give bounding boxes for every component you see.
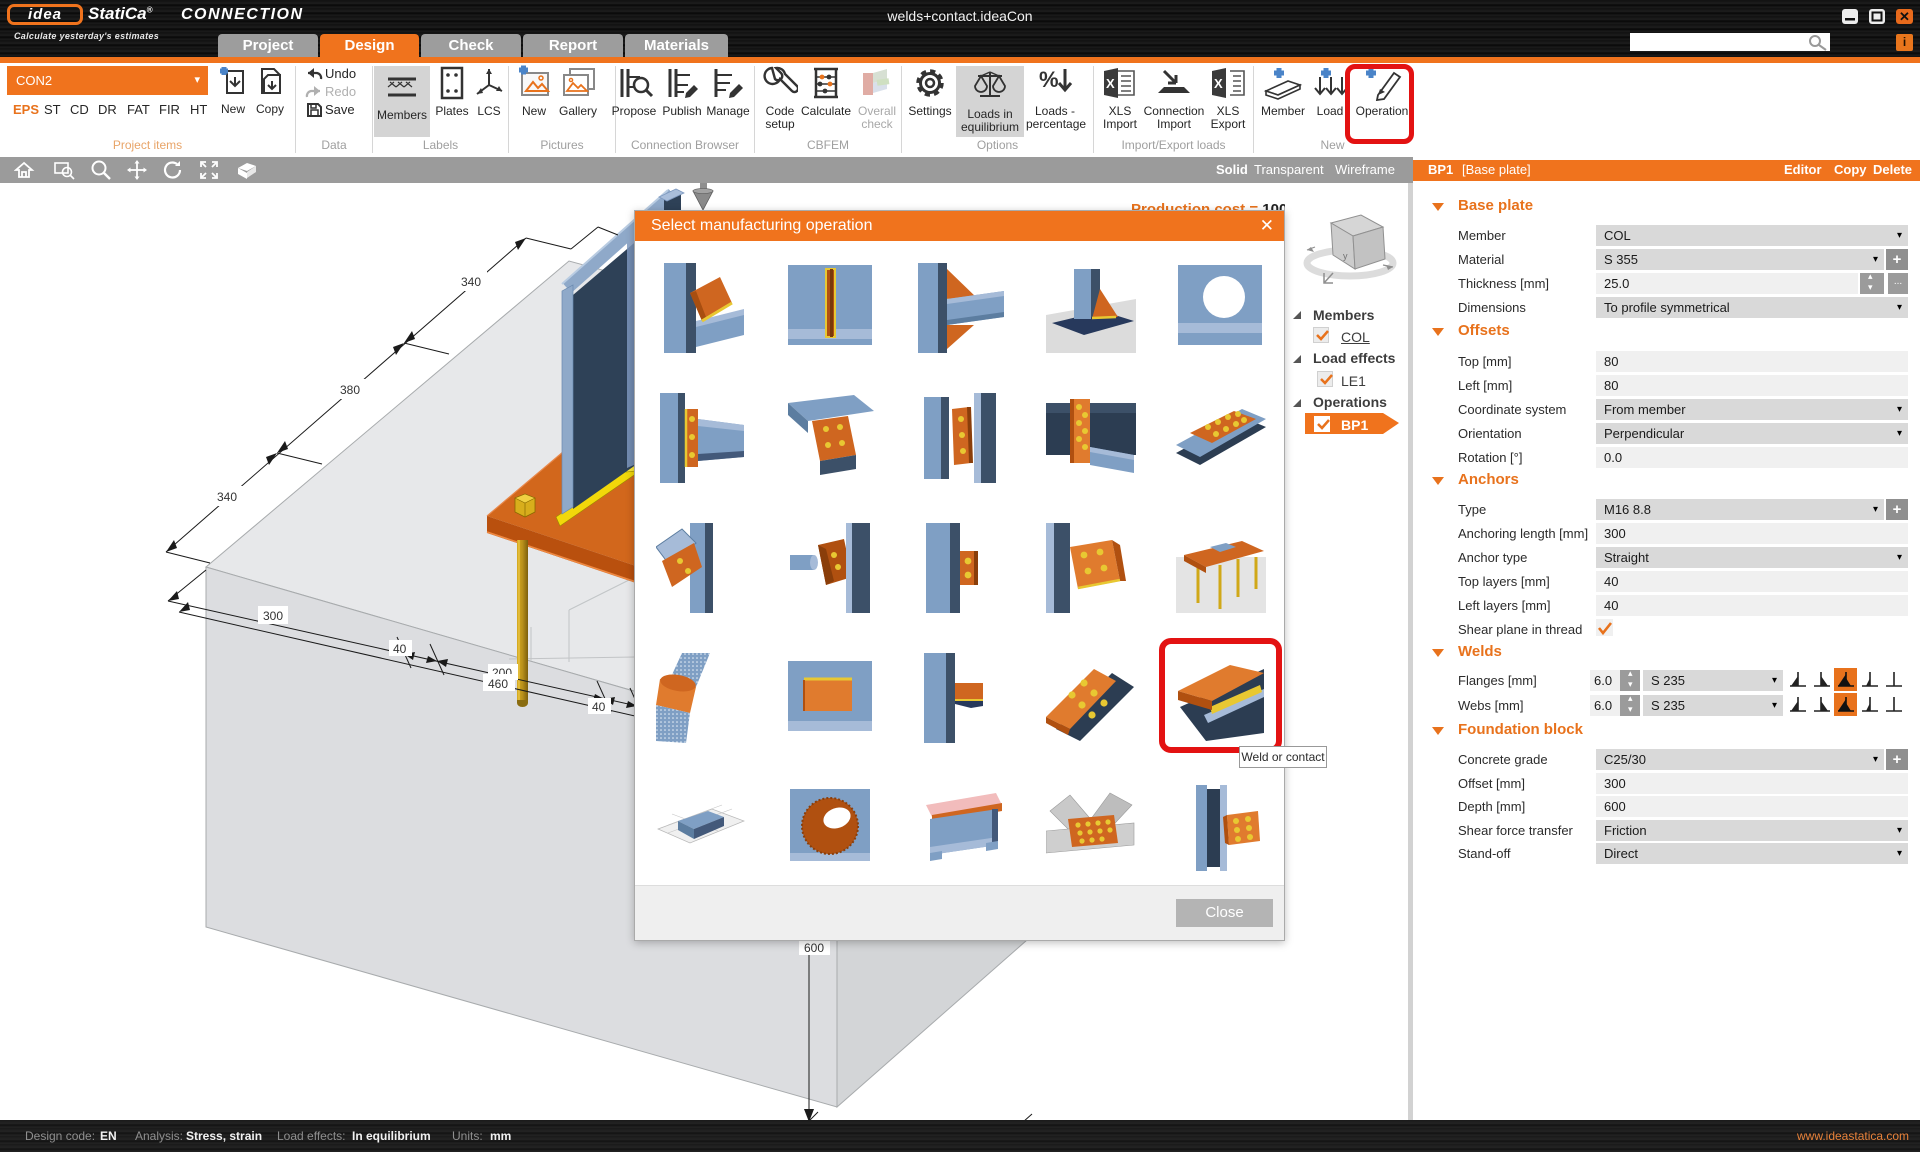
- svg-text:460: 460: [488, 677, 508, 691]
- svg-text:%: %: [1039, 67, 1059, 92]
- svg-text:40: 40: [393, 642, 407, 656]
- svg-text:380: 380: [340, 383, 360, 397]
- svg-text:300: 300: [263, 609, 283, 623]
- svg-text:600: 600: [804, 941, 824, 955]
- svg-text:X: X: [1214, 76, 1223, 91]
- svg-text:Undo: Undo: [325, 66, 356, 81]
- svg-text:340: 340: [461, 275, 481, 289]
- svg-text:Redo: Redo: [325, 84, 356, 99]
- svg-text:40: 40: [592, 700, 606, 714]
- svg-text:Save: Save: [325, 102, 355, 117]
- svg-text:y: y: [1343, 251, 1348, 261]
- svg-text:X: X: [1106, 76, 1115, 91]
- svg-text:340: 340: [217, 490, 237, 504]
